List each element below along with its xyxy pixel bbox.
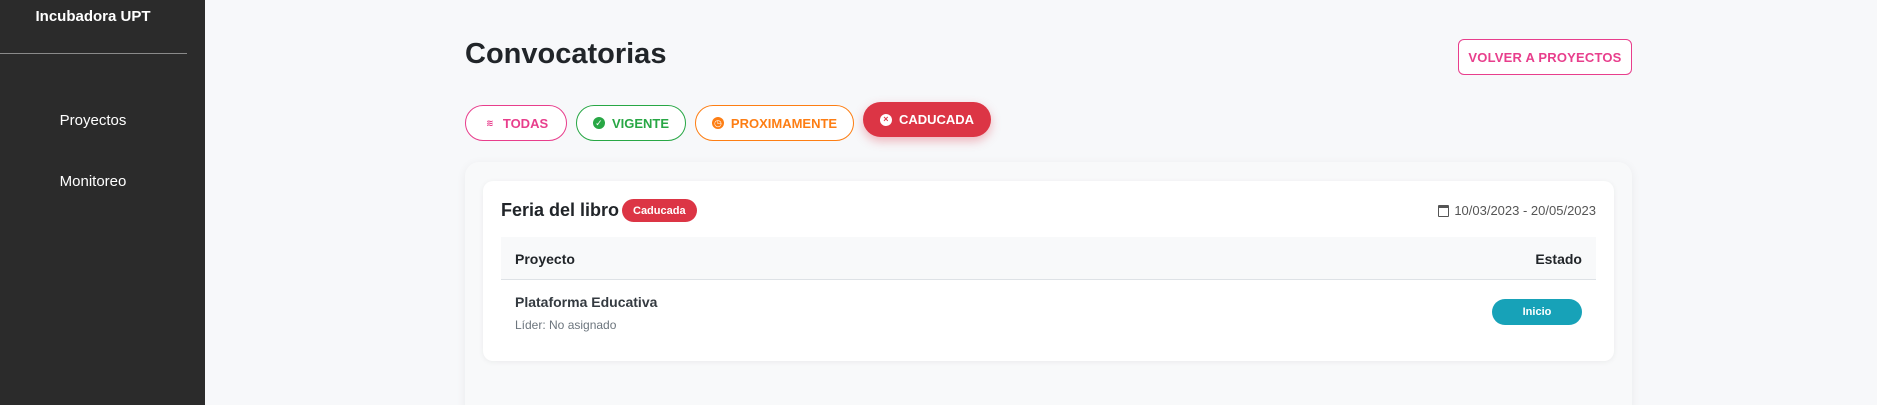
clock-icon: ◷ bbox=[711, 117, 724, 129]
filter-todas-button[interactable]: ≋ TODAS bbox=[465, 105, 567, 141]
filter-proximamente-button[interactable]: ◷ PROXIMAMENTE bbox=[695, 105, 854, 141]
layers-icon: ≋ bbox=[486, 117, 494, 128]
project-leader: Líder: No asignado bbox=[515, 318, 617, 332]
sidebar-divider bbox=[0, 53, 187, 54]
column-header-proyecto: Proyecto bbox=[515, 251, 575, 267]
x-circle-icon: × bbox=[879, 113, 892, 126]
status-badge: Caducada bbox=[622, 199, 697, 222]
table-header: Proyecto Estado bbox=[501, 237, 1596, 280]
sidebar-item-proyectos[interactable]: Proyectos bbox=[0, 112, 186, 129]
date-range-text: 10/03/2023 - 20/05/2023 bbox=[1454, 203, 1596, 218]
filter-label: CADUCADA bbox=[898, 112, 975, 127]
calendar-icon bbox=[1438, 204, 1450, 217]
filter-caducada-button[interactable]: × CADUCADA bbox=[863, 102, 991, 137]
filter-label: VIGENTE bbox=[611, 115, 670, 131]
check-circle-icon: ✓ bbox=[592, 117, 605, 129]
filter-label: TODAS bbox=[502, 115, 549, 131]
brand-title: Incubadora UPT bbox=[35, 8, 151, 25]
column-header-estado: Estado bbox=[1535, 251, 1582, 267]
convocatoria-title: Feria del libro bbox=[501, 200, 620, 220]
estado-badge: Inicio bbox=[1492, 299, 1582, 325]
date-range: 10/03/2023 - 20/05/2023 bbox=[1438, 203, 1596, 218]
back-to-projects-button[interactable]: VOLVER A PROYECTOS bbox=[1458, 39, 1632, 75]
sidebar-item-monitoreo[interactable]: Monitoreo bbox=[0, 173, 186, 190]
project-name: Plataforma Educativa bbox=[515, 294, 658, 310]
filter-label: PROXIMAMENTE bbox=[730, 115, 838, 131]
page-title: Convocatorias bbox=[465, 38, 667, 70]
sidebar: Incubadora UPT Proyectos Monitoreo bbox=[0, 0, 205, 405]
filter-vigente-button[interactable]: ✓ VIGENTE bbox=[576, 105, 686, 141]
